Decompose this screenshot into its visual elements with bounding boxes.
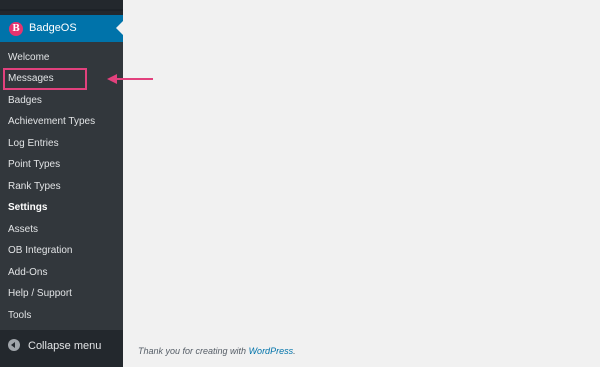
submenu-item-assets[interactable]: Assets xyxy=(8,223,38,237)
admin-page: B BadgeOS Welcome Messages Badges Achiev… xyxy=(0,0,600,367)
submenu-item-tools[interactable]: Tools xyxy=(8,309,31,323)
messages-highlight-box xyxy=(3,68,87,90)
submenu-item-help-support[interactable]: Help / Support xyxy=(8,287,72,301)
footer-credit: Thank you for creating with WordPress. xyxy=(138,346,296,356)
menu-item-badgeos[interactable]: B BadgeOS xyxy=(0,15,123,42)
sidebar-separator xyxy=(0,9,123,11)
badgeos-logo-icon: B xyxy=(9,22,23,36)
footer-prefix: Thank you for creating with xyxy=(138,346,249,356)
submenu-item-rank-types[interactable]: Rank Types xyxy=(8,180,61,194)
collapse-menu-button[interactable]: Collapse menu xyxy=(0,333,123,359)
footer-suffix: . xyxy=(293,346,296,356)
submenu-item-add-ons[interactable]: Add-Ons xyxy=(8,266,47,280)
submenu-item-log-entries[interactable]: Log Entries xyxy=(8,137,59,151)
collapse-arrow-icon xyxy=(8,339,20,351)
submenu-item-ob-integration[interactable]: OB Integration xyxy=(8,244,72,258)
current-menu-pointer xyxy=(116,21,123,35)
menu-item-label: BadgeOS xyxy=(29,22,77,34)
submenu-item-point-types[interactable]: Point Types xyxy=(8,158,60,172)
submenu-item-badges[interactable]: Badges xyxy=(8,94,42,108)
submenu-item-achievement-types[interactable]: Achievement Types xyxy=(8,115,95,129)
submenu-item-welcome[interactable]: Welcome xyxy=(8,51,50,65)
collapse-menu-label: Collapse menu xyxy=(28,340,102,352)
wordpress-link[interactable]: WordPress xyxy=(249,346,294,356)
submenu-item-settings[interactable]: Settings xyxy=(8,201,47,215)
pointer-arrow-icon xyxy=(107,74,153,84)
sidebar-top-strip xyxy=(0,0,123,15)
admin-sidebar: B BadgeOS Welcome Messages Badges Achiev… xyxy=(0,0,123,367)
